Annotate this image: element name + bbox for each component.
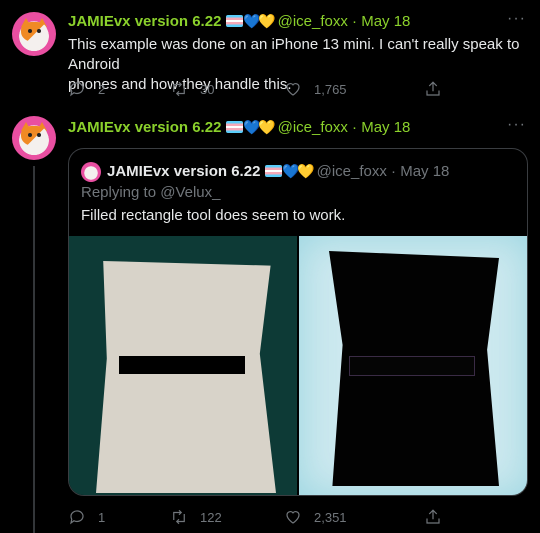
handle: @ice_foxx: [316, 163, 387, 180]
tweet-text-line: This example was done on an iPhone 13 mi…: [68, 36, 520, 73]
reply-icon: [70, 510, 84, 525]
like-button[interactable]: 1,765: [284, 80, 424, 98]
timestamp[interactable]: May 18: [361, 13, 410, 30]
retweet-count: 122: [200, 509, 222, 525]
quoted-tweet[interactable]: JAMIEvx version 6.22 💙💛 @ice_foxx · May 1…: [68, 148, 528, 496]
avatar[interactable]: [12, 116, 56, 160]
share-button[interactable]: [424, 508, 442, 526]
yellow-heart-icon: 💛: [258, 119, 276, 135]
more-icon[interactable]: ···: [507, 116, 526, 134]
display-name: JAMIEvx version 6.22: [107, 163, 261, 180]
paper-sheet: [96, 261, 276, 493]
more-icon[interactable]: ···: [507, 10, 526, 28]
trans-flag-icon: [226, 15, 244, 27]
like-count: 2,351: [314, 509, 347, 525]
tweet-header: JAMIEvx version 6.22 💙💛 @ice_foxx · May 1…: [68, 12, 410, 31]
display-name[interactable]: JAMIEvx version 6.22: [68, 13, 221, 30]
retweet-icon: [173, 81, 185, 97]
tweet-header: JAMIEvx version 6.22 💙💛 @ice_foxx · May 1…: [68, 118, 410, 137]
yellow-heart-icon: 💛: [258, 13, 276, 29]
quote-text: Filled rectangle tool does seem to work.: [81, 207, 346, 224]
handle[interactable]: @ice_foxx: [278, 119, 348, 136]
display-name[interactable]: JAMIEvx version 6.22: [68, 119, 221, 136]
separator: ·: [391, 163, 397, 180]
photo-original[interactable]: [69, 236, 297, 495]
share-button[interactable]: [424, 80, 442, 98]
like-count: 1,765: [314, 81, 347, 97]
reply-icon: [70, 82, 84, 97]
reply-count: 1: [98, 509, 106, 525]
thread-line: [33, 166, 35, 533]
blue-heart-icon: 💙: [243, 119, 261, 135]
reply-count: 2: [98, 81, 106, 97]
handle[interactable]: @ice_foxx: [278, 13, 348, 30]
retweet-icon: [173, 509, 185, 525]
heart-icon: [286, 511, 300, 524]
trans-flag-icon: [265, 165, 283, 177]
retweet-count: 30: [200, 81, 215, 97]
retweet-button[interactable]: 30: [170, 80, 284, 98]
heart-icon: [286, 83, 300, 96]
avatar[interactable]: [12, 12, 56, 56]
avatar: [81, 162, 101, 182]
timestamp[interactable]: May 18: [361, 119, 410, 136]
share-icon: [426, 81, 440, 96]
reply-button[interactable]: 2: [68, 80, 170, 98]
blue-heart-icon: 💙: [282, 163, 300, 179]
filled-rectangle: [349, 356, 475, 376]
media-grid: [69, 236, 527, 495]
retweet-button[interactable]: 122: [170, 508, 284, 526]
timestamp: May 18: [400, 163, 450, 180]
blue-heart-icon: 💙: [243, 13, 261, 29]
replying-to: Replying to @Velux_: [81, 184, 221, 201]
reply-button[interactable]: 1: [68, 508, 170, 526]
trans-flag-icon: [226, 121, 244, 133]
like-button[interactable]: 2,351: [284, 508, 424, 526]
separator: ·: [352, 13, 358, 30]
tweet-actions: 2 30 1,765: [68, 80, 488, 98]
quote-header: JAMIEvx version 6.22 💙💛 @ice_foxx · May 1…: [107, 162, 449, 181]
separator: ·: [352, 119, 358, 136]
filled-rectangle: [119, 356, 245, 374]
share-icon: [426, 509, 440, 524]
yellow-heart-icon: 💛: [297, 163, 315, 179]
photo-inverted[interactable]: [299, 236, 527, 495]
tweet-actions: 1 122 2,351: [68, 508, 488, 526]
